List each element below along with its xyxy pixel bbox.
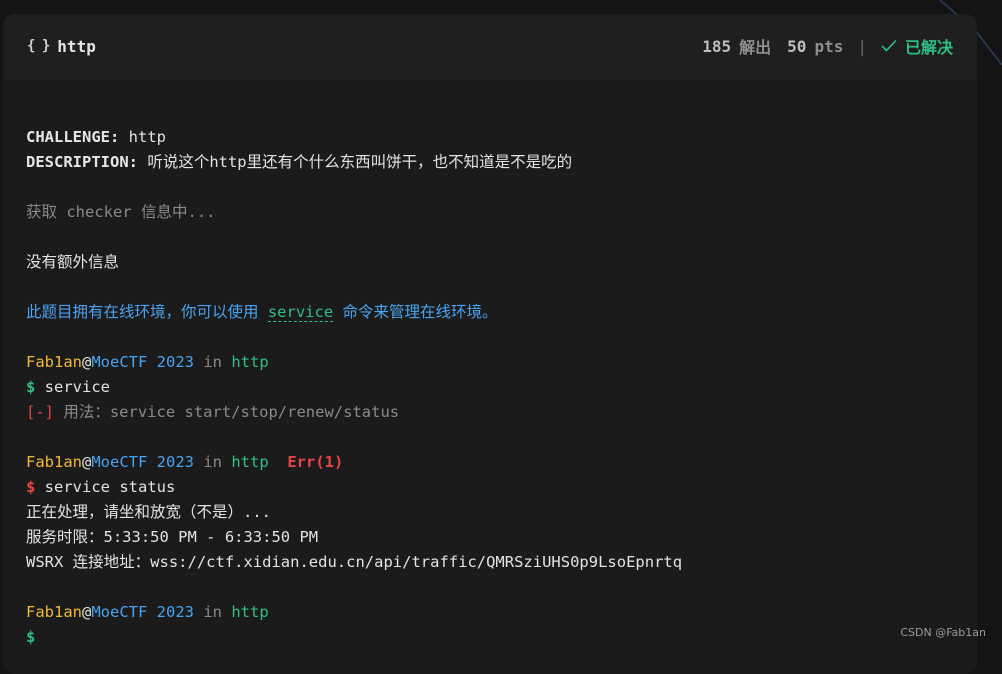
prompt-host: MoeCTF 2023 bbox=[91, 603, 194, 621]
solves-count: 185 bbox=[702, 37, 731, 56]
fetching-line: 获取 checker 信息中... bbox=[26, 200, 977, 225]
prompt-symbol: $ bbox=[26, 628, 35, 646]
braces-icon: { } bbox=[27, 38, 49, 54]
prompt-line: Fab1an@MoeCTF 2023 in http bbox=[26, 600, 977, 625]
command-text: service status bbox=[35, 478, 175, 496]
command-text: service bbox=[35, 378, 110, 396]
prompt-error-code: Err(1) bbox=[287, 453, 343, 471]
prompt-host: MoeCTF 2023 bbox=[91, 453, 194, 471]
service-time-line: 服务时限：5:33:50 PM - 6:33:50 PM bbox=[26, 525, 977, 550]
processing-line: 正在处理，请坐和放宽（不是）... bbox=[26, 500, 977, 525]
usage-marker: [-] bbox=[26, 403, 54, 421]
prompt-in: in bbox=[194, 353, 231, 371]
prompt-user: Fab1an bbox=[26, 453, 82, 471]
prompt-in: in bbox=[194, 453, 231, 471]
solves-label: 解出 bbox=[739, 34, 771, 58]
challenge-value: http bbox=[119, 128, 166, 146]
env-info-line: 此题目拥有在线环境，你可以使用 service 命令来管理在线环境。 bbox=[26, 300, 977, 325]
watermark: CSDN @Fab1an bbox=[900, 626, 986, 639]
no-extra-line: 没有额外信息 bbox=[26, 250, 977, 275]
prompt-line: Fab1an@MoeCTF 2023 in http bbox=[26, 350, 977, 375]
env-info-post: 命令来管理在线环境。 bbox=[333, 303, 497, 321]
command-line: $ service bbox=[26, 375, 977, 400]
command-line: $ service status bbox=[26, 475, 977, 500]
prompt-dir: http bbox=[231, 603, 268, 621]
usage-text: 用法：service start/stop/renew/status bbox=[54, 403, 399, 421]
solved-label: 已解决 bbox=[905, 34, 953, 58]
prompt-line: Fab1an@MoeCTF 2023 in http Err(1) bbox=[26, 450, 977, 475]
stats-separator: | bbox=[857, 37, 867, 56]
challenge-stats: 185 解出 50 pts | 已解决 bbox=[702, 34, 953, 58]
check-icon bbox=[881, 39, 897, 53]
description-value: 听说这个http里还有个什么东西叫饼干，也不知道是不是吃的 bbox=[138, 153, 572, 171]
challenge-line: CHALLENGE: http bbox=[26, 125, 977, 150]
prompt-user: Fab1an bbox=[26, 603, 82, 621]
prompt-at: @ bbox=[82, 353, 91, 371]
prompt-in: in bbox=[194, 603, 231, 621]
challenge-title: http bbox=[57, 37, 96, 56]
description-label: DESCRIPTION: bbox=[26, 153, 138, 171]
points-value: 50 bbox=[787, 37, 806, 56]
challenge-label: CHALLENGE: bbox=[26, 128, 119, 146]
prompt-symbol: $ bbox=[26, 378, 35, 396]
prompt-dir: http bbox=[231, 453, 268, 471]
prompt-at: @ bbox=[82, 453, 91, 471]
challenge-title-group: { } http bbox=[27, 37, 96, 56]
solved-status: 已解决 bbox=[881, 34, 953, 58]
env-info-pre: 此题目拥有在线环境，你可以使用 bbox=[26, 303, 268, 321]
command-input-line[interactable]: $ bbox=[26, 625, 977, 650]
prompt-host: MoeCTF 2023 bbox=[91, 353, 194, 371]
challenge-header: { } http 185 解出 50 pts | 已解决 bbox=[3, 14, 977, 79]
description-line: DESCRIPTION: 听说这个http里还有个什么东西叫饼干，也不知道是不是… bbox=[26, 150, 977, 175]
wsrx-line: WSRX 连接地址：wss://ctf.xidian.edu.cn/api/tr… bbox=[26, 550, 977, 575]
challenge-panel: { } http 185 解出 50 pts | 已解决 CHALLENGE: … bbox=[3, 14, 977, 674]
usage-line: [-] 用法：service start/stop/renew/status bbox=[26, 400, 977, 425]
service-command-link[interactable]: service bbox=[268, 303, 333, 322]
prompt-user: Fab1an bbox=[26, 353, 82, 371]
points-label: pts bbox=[814, 37, 843, 56]
terminal[interactable]: CHALLENGE: http DESCRIPTION: 听说这个http里还有… bbox=[3, 79, 977, 650]
prompt-dir: http bbox=[231, 353, 268, 371]
prompt-symbol: $ bbox=[26, 478, 35, 496]
prompt-at: @ bbox=[82, 603, 91, 621]
